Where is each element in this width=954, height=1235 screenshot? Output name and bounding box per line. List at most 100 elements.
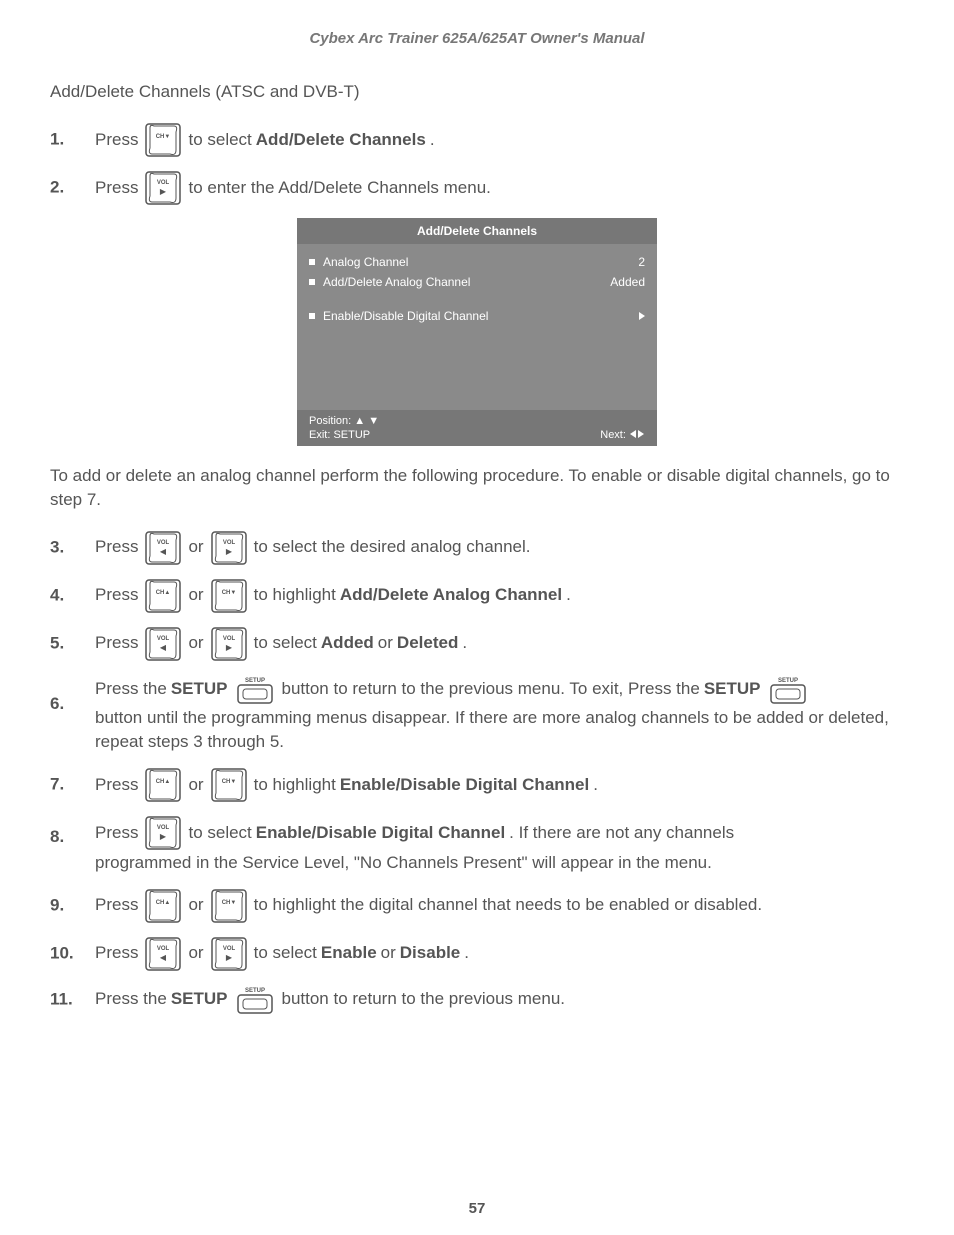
svg-text:▶: ▶ xyxy=(160,832,167,841)
text: to select the desired analog channel. xyxy=(254,535,531,560)
text: to select xyxy=(254,631,317,656)
text: . xyxy=(566,583,571,608)
step-11: 11. Press the SETUP SETUP button to retu… xyxy=(95,984,904,1016)
step-num: 9. xyxy=(50,893,64,918)
step-5: 5. Press VOL◀ or VOL▶ to select Added or… xyxy=(95,626,904,662)
osd-next: Next: xyxy=(600,429,645,441)
svg-text:CH▼: CH▼ xyxy=(221,779,236,785)
osd-row: Analog Channel 2 xyxy=(309,252,645,272)
text: to enter the Add/Delete Channels menu. xyxy=(188,176,490,201)
text: to select xyxy=(254,941,317,966)
svg-text:▶: ▶ xyxy=(160,187,167,196)
text: Press the xyxy=(95,677,167,702)
ch-up-icon: CH▲ xyxy=(144,888,182,924)
page-header: Cybex Arc Trainer 625A/625AT Owner's Man… xyxy=(50,30,904,47)
osd-value: Added xyxy=(610,275,645,289)
svg-text:SETUP: SETUP xyxy=(244,988,264,994)
text: to highlight the digital channel that ne… xyxy=(254,893,763,918)
text: Press xyxy=(95,941,138,966)
paragraph: To add or delete an analog channel perfo… xyxy=(50,464,904,512)
svg-text:▶: ▶ xyxy=(226,547,233,556)
osd-body: Analog Channel 2 Add/Delete Analog Chann… xyxy=(297,244,657,410)
bullet-icon xyxy=(309,279,315,285)
step-1: 1. Press CH▼ to select Add/Delete Channe… xyxy=(95,122,904,158)
step-9: 9. Press CH▲ or CH▼ to highlight the dig… xyxy=(95,888,904,924)
svg-text:▶: ▶ xyxy=(226,643,233,652)
step-num: 2. xyxy=(50,176,64,201)
text: or xyxy=(381,941,396,966)
osd-row: Enable/Disable Digital Channel xyxy=(309,306,645,326)
svg-text:VOL: VOL xyxy=(222,636,235,642)
osd-label: Add/Delete Analog Channel xyxy=(323,275,610,289)
text: button until the programming menus disap… xyxy=(95,708,889,752)
step-num: 5. xyxy=(50,631,64,656)
ch-down-icon: CH▼ xyxy=(210,767,248,803)
step-num: 1. xyxy=(50,128,64,153)
step-num: 3. xyxy=(50,535,64,560)
step-num: 7. xyxy=(50,773,64,798)
text: or xyxy=(188,583,203,608)
svg-text:SETUP: SETUP xyxy=(777,678,797,684)
svg-text:◀: ◀ xyxy=(160,643,167,652)
text: Press xyxy=(95,631,138,656)
text: or xyxy=(188,773,203,798)
svg-text:VOL: VOL xyxy=(157,540,170,546)
text: Press xyxy=(95,821,138,846)
setup-icon: SETUP xyxy=(234,674,276,706)
text: . xyxy=(462,631,467,656)
text-bold: Add/Delete Channels xyxy=(256,128,426,153)
text: Press xyxy=(95,128,138,153)
svg-text:CH▲: CH▲ xyxy=(156,779,171,785)
osd-exit: Exit: SETUP xyxy=(309,429,370,441)
osd-row: Add/Delete Analog Channel Added xyxy=(309,272,645,292)
svg-text:VOL: VOL xyxy=(222,540,235,546)
bullet-icon xyxy=(309,313,315,319)
svg-text:CH▲: CH▲ xyxy=(156,590,171,596)
vol-right-icon: VOL▶ xyxy=(210,936,248,972)
text: . xyxy=(430,128,435,153)
text: or xyxy=(188,893,203,918)
text: or xyxy=(188,631,203,656)
step-8: 8. Press VOL▶ to select Enable/Disable D… xyxy=(95,815,904,876)
svg-text:CH▼: CH▼ xyxy=(156,134,171,140)
vol-left-icon: VOL◀ xyxy=(144,626,182,662)
step-2: 2. Press VOL▶ to enter the Add/Delete Ch… xyxy=(95,170,904,206)
svg-text:SETUP: SETUP xyxy=(244,678,264,684)
svg-text:VOL: VOL xyxy=(157,825,170,831)
text: Press xyxy=(95,773,138,798)
text: or xyxy=(188,535,203,560)
step-3: 3. Press VOL◀ or VOL▶ to select the desi… xyxy=(95,530,904,566)
setup-icon: SETUP xyxy=(234,984,276,1016)
text: Press xyxy=(95,893,138,918)
svg-text:VOL: VOL xyxy=(157,636,170,642)
text: to highlight xyxy=(254,583,336,608)
svg-text:◀: ◀ xyxy=(160,953,167,962)
text: or xyxy=(188,941,203,966)
setup-icon: SETUP xyxy=(767,674,809,706)
ch-up-icon: CH▲ xyxy=(144,578,182,614)
svg-text:CH▲: CH▲ xyxy=(156,900,171,906)
osd-title: Add/Delete Channels xyxy=(297,218,657,244)
step-num: 4. xyxy=(50,583,64,608)
text: to highlight xyxy=(254,773,336,798)
text: to select xyxy=(188,821,251,846)
text-bold: Add/Delete Analog Channel xyxy=(340,583,562,608)
page-number: 57 xyxy=(0,1200,954,1217)
text-bold: Enable/Disable Digital Channel xyxy=(340,773,589,798)
step-num: 8. xyxy=(50,825,64,850)
ch-down-icon: CH▼ xyxy=(144,122,182,158)
vol-left-icon: VOL◀ xyxy=(144,936,182,972)
osd-menu: Add/Delete Channels Analog Channel 2 Add… xyxy=(297,218,657,446)
text: . xyxy=(464,941,469,966)
step-4: 4. Press CH▲ or CH▼ to highlight Add/Del… xyxy=(95,578,904,614)
osd-value: 2 xyxy=(638,255,645,269)
svg-text:VOL: VOL xyxy=(157,946,170,952)
osd-label: Analog Channel xyxy=(323,255,638,269)
osd-label: Enable/Disable Digital Channel xyxy=(323,309,639,323)
text: or xyxy=(378,631,393,656)
vol-right-icon: VOL▶ xyxy=(144,815,182,851)
text: Press xyxy=(95,583,138,608)
step-7: 7. Press CH▲ or CH▼ to highlight Enable/… xyxy=(95,767,904,803)
vol-right-icon: VOL▶ xyxy=(210,530,248,566)
text: programmed in the Service Level, "No Cha… xyxy=(95,853,712,872)
